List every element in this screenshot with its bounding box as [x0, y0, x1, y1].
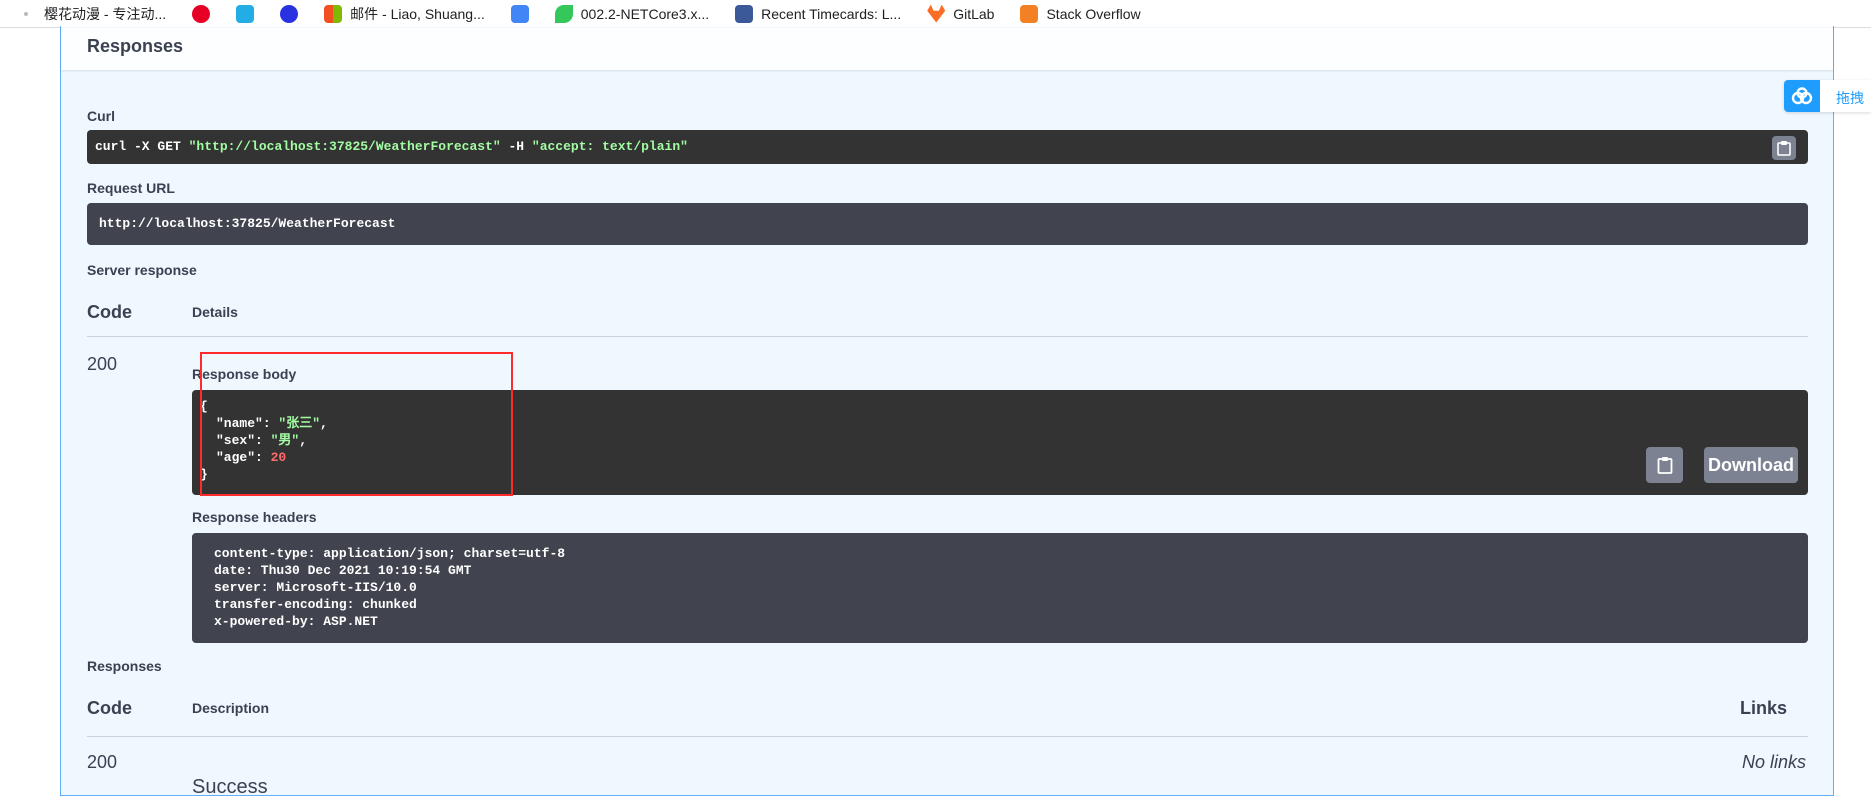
response-headers: content-type: application/json; charset=… [192, 533, 1808, 643]
curl-cmd: curl -X GET [95, 139, 189, 154]
header-line: date: Thu30 Dec 2021 10:19:54 GMT [214, 563, 472, 578]
clipboard-icon [1777, 141, 1791, 156]
response-headers-label: Response headers [192, 509, 317, 525]
bookmark-outlook-mail[interactable]: 邮件 - Liao, Shuang... [324, 0, 485, 27]
stackoverflow-icon [1020, 4, 1039, 23]
clipboard-icon [1657, 457, 1672, 474]
leaf-icon [554, 4, 573, 23]
server-response-code-header: Code [87, 302, 132, 322]
microsoft-icon [324, 4, 343, 23]
bookmark-label: GitLab [953, 5, 995, 22]
header-line: content-type: application/json; charset=… [214, 546, 566, 561]
bookmark-netcore[interactable]: 002.2-NETCore3.x... [554, 0, 710, 27]
cloud-icon [1784, 80, 1820, 112]
response-status-code: 200 [87, 354, 118, 374]
translate-icon [510, 4, 529, 23]
timecard-icon [735, 4, 754, 23]
header-line: x-powered-by: ASP.NET [214, 614, 378, 629]
baidu-widget-label: 拖拽 [1836, 90, 1864, 106]
bookmark-translate[interactable] [510, 0, 529, 27]
responses-description-header: Description [192, 700, 270, 716]
copy-curl-button[interactable] [1772, 136, 1796, 160]
server-response-details-header: Details [192, 304, 238, 320]
request-url-value: http://localhost:37825/WeatherForecast [87, 203, 1808, 245]
table-divider [87, 336, 1808, 337]
responses-links-value: No links [1742, 752, 1807, 772]
curl-command[interactable]: curl -X GET "http://localhost:37825/Weat… [87, 130, 1808, 164]
bookmark-baidu[interactable] [280, 0, 299, 27]
swagger-page: Responses Curl curl -X GET "http://local… [0, 26, 1871, 798]
responses-links-header: Links [1740, 698, 1788, 718]
header-line: server: Microsoft-IIS/10.0 [214, 580, 417, 595]
download-button[interactable]: Download [1704, 447, 1798, 483]
operation-block: Responses Curl curl -X GET "http://local… [60, 26, 1834, 798]
bookmark-label: Recent Timecards: L... [761, 5, 902, 22]
bookmark-timecards[interactable]: Recent Timecards: L... [735, 0, 902, 27]
bookmark-gitlab[interactable]: GitLab [927, 0, 995, 27]
baidu-paw-icon [280, 4, 299, 23]
copy-response-button[interactable] [1646, 447, 1683, 483]
bilibili-icon [236, 4, 255, 23]
curl-flag: -H [500, 139, 532, 154]
netease-music-icon [192, 4, 211, 23]
bookmark-separator [24, 11, 28, 16]
bookmark-netease-music[interactable] [192, 0, 211, 27]
responses-label: Responses [87, 658, 162, 674]
curl-url: "http://localhost:37825/WeatherForecast" [188, 139, 501, 154]
curl-label: Curl [87, 108, 115, 124]
responses-header: Responses [61, 26, 1833, 70]
bookmark-label: 邮件 - Liao, Shuang... [350, 5, 485, 22]
curl-header: "accept: text/plain" [531, 139, 688, 154]
highlight-annotation-box [200, 352, 513, 496]
request-url-label: Request URL [87, 180, 175, 196]
server-response-label: Server response [87, 262, 197, 278]
bookmark-label: 002.2-NETCore3.x... [580, 5, 710, 22]
header-line: transfer-encoding: chunked [214, 597, 417, 612]
bookmark-label: 樱花动漫 - 专注动... [44, 5, 167, 22]
responses-code-header: Code [87, 698, 132, 718]
gitlab-icon [927, 4, 946, 23]
bookmark-sakura[interactable]: 樱花动漫 - 专注动... [44, 0, 167, 27]
table-divider [87, 736, 1808, 737]
bookmark-label: Stack Overflow [1046, 5, 1141, 22]
responses-status-code: 200 [87, 752, 118, 772]
responses-title: Responses [87, 36, 184, 56]
responses-description-value: Success [192, 776, 268, 798]
bookmark-stackoverflow[interactable]: Stack Overflow [1020, 0, 1141, 27]
baidu-netdisk-widget[interactable]: 拖拽 [1784, 80, 1871, 112]
bookmark-bilibili[interactable] [236, 0, 255, 27]
bookmarks-bar: 樱花动漫 - 专注动... 邮件 - Liao, Shuang... 002.2… [0, 0, 1871, 28]
